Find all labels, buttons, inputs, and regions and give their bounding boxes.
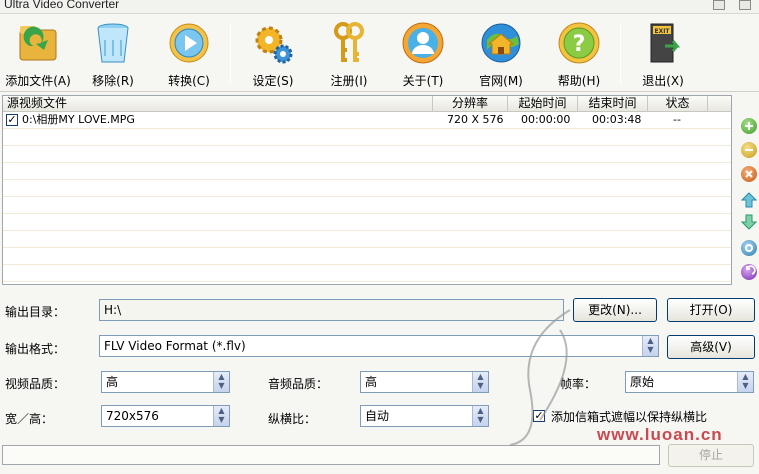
keys-icon [334,22,364,62]
maximize-button[interactable] [713,0,725,10]
exit-label: 退出(X) [642,74,684,88]
column-header-resolution[interactable]: 分辨率 [433,96,508,112]
exit-door-icon: EXIT [650,23,681,63]
column-header-status[interactable]: 状态 [648,96,708,112]
remove-button[interactable]: 移除(R) [78,20,148,90]
column-header-end-time[interactable]: 结束时间 [578,96,648,112]
row-file-name: 0:\相册MY LOVE.MPG [22,113,135,126]
play-icon [169,23,209,63]
add-file-button[interactable]: 添加文件(A) [2,20,74,90]
dropdown-arrow-icon[interactable]: ▲ ▼ [213,372,229,392]
register-button[interactable]: 注册(I) [314,20,384,90]
dropdown-arrow-icon[interactable]: ▲ ▼ [213,406,229,426]
website-label: 官网(M) [479,74,523,88]
window-title: Ultra Video Converter [4,0,120,11]
undo-icon[interactable] [741,264,757,280]
website-button[interactable]: 官网(M) [466,20,536,90]
framerate-select[interactable]: 原始 ▲ ▼ [625,371,754,393]
toolbar: 添加文件(A) 移除(R) 转换(C) 设定(S) 注册(I) 关于(T) 官网… [0,14,759,92]
file-list-rows: ✓ 0:\相册MY LOVE.MPG 720 X 576 00:00:00 00… [3,112,731,284]
size-label: 宽／高： [5,412,54,426]
output-format-label: 输出格式： [5,342,66,356]
watermark-swirl [509,309,571,446]
audio-quality-select[interactable]: 高 ▲ ▼ [360,371,489,393]
trash-bin-icon [97,23,129,63]
framerate-value: 原始 [630,375,655,389]
open-dir-button[interactable]: 打开(O) [667,298,755,322]
row-start-time: 00:00:00 [521,113,571,126]
output-format-value: FLV Video Format (*.flv) [104,339,246,353]
advanced-button[interactable]: 高级(V) [667,335,755,359]
dropdown-arrow-icon[interactable]: ▲ ▼ [472,372,488,392]
size-value: 720x576 [106,409,159,423]
about-button[interactable]: 关于(T) [388,20,458,90]
title-bar: Ultra Video Converter [0,0,759,14]
convert-button[interactable]: 转换(C) [154,20,224,90]
move-up-icon[interactable] [740,192,758,208]
table-row[interactable]: ✓ 0:\相册MY LOVE.MPG 720 X 576 00:00:00 00… [3,112,731,129]
size-select[interactable]: 720x576 ▲ ▼ [101,405,230,427]
help-button[interactable]: ? 帮助(H) [544,20,614,90]
remove-item-icon[interactable] [741,142,757,158]
aspect-ratio-label: 纵横比： [268,412,317,426]
stop-button[interactable]: 停止 [668,444,754,467]
register-label: 注册(I) [330,74,368,88]
help-question-icon: ? [558,22,600,64]
exit-button[interactable]: EXIT 退出(X) [628,20,698,90]
row-resolution: 720 X 576 [447,113,504,126]
watermark-site: www.luoan.cn [597,425,723,444]
dropdown-arrow-icon[interactable]: ▲ ▼ [642,336,658,356]
remove-label: 移除(R) [92,74,134,88]
video-quality-label: 视频品质： [5,377,66,391]
row-status: -- [673,113,681,126]
about-label: 关于(T) [402,74,444,88]
status-bar [2,469,757,474]
add-item-icon[interactable] [741,118,757,134]
video-quality-select[interactable]: 高 ▲ ▼ [101,371,230,393]
settings-button[interactable]: 设定(S) [238,20,308,90]
audio-quality-label: 音频品质： [268,377,329,391]
file-list-header: 源视频文件 分辨率 起始时间 结束时间 状态 [3,96,731,112]
output-dir-label: 输出目录： [5,305,66,319]
file-list[interactable]: 源视频文件 分辨率 起始时间 结束时间 状态 ✓ 0:\相册MY LOVE.MP… [2,95,732,285]
toolbar-separator [230,24,231,84]
row-end-time: 00:03:48 [592,113,642,126]
column-header-start-time[interactable]: 起始时间 [508,96,578,112]
toolbar-separator [620,24,621,84]
convert-label: 转换(C) [168,74,210,88]
video-quality-value: 高 [106,375,119,389]
settings-label: 设定(S) [252,74,294,88]
dropdown-arrow-icon[interactable]: ▲ ▼ [737,372,753,392]
row-checkbox[interactable]: ✓ [6,114,18,126]
close-button[interactable] [739,0,751,10]
svg-text:?: ? [573,32,586,57]
column-header-source[interactable]: 源视频文件 [3,96,433,112]
help-label: 帮助(H) [557,74,601,88]
globe-home-icon [481,23,521,63]
info-icon[interactable] [741,240,757,256]
gears-icon [255,26,293,64]
output-dir-field[interactable]: H:\ [99,299,564,321]
clear-list-icon[interactable] [741,166,757,182]
add-folder-icon [19,26,57,61]
user-info-icon [402,22,444,64]
move-down-icon[interactable] [740,214,758,230]
svg-text:EXIT: EXIT [654,28,670,35]
add-file-label: 添加文件(A) [5,74,71,88]
dropdown-arrow-icon[interactable]: ▲ ▼ [472,406,488,426]
aspect-ratio-value: 自动 [365,409,390,423]
aspect-ratio-select[interactable]: 自动 ▲ ▼ [360,405,489,427]
audio-quality-value: 高 [365,375,378,389]
